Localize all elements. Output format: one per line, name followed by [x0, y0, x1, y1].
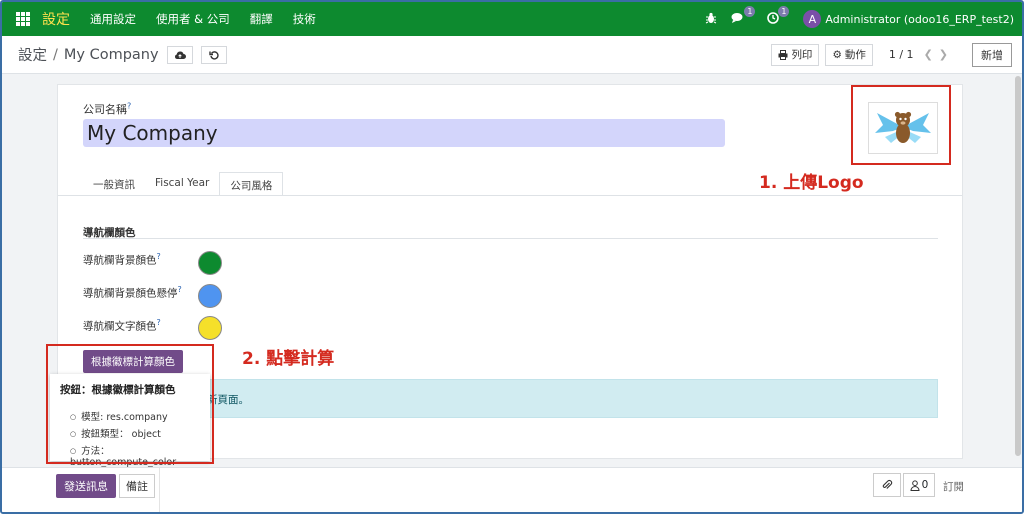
- messages-badge: 1: [744, 5, 756, 17]
- navbar-text-color-swatch[interactable]: [198, 316, 222, 340]
- user-menu[interactable]: A Administrator (odoo16_ERP_test2): [803, 10, 1014, 28]
- annotation-compute-highlight: [46, 344, 214, 464]
- chevron-left-icon[interactable]: ❮: [924, 48, 933, 61]
- help-icon[interactable]: ?: [127, 101, 131, 110]
- avatar: A: [803, 10, 822, 28]
- breadcrumb-current: My Company: [63, 46, 159, 63]
- tab-fiscal-year[interactable]: Fiscal Year: [145, 172, 219, 196]
- user-icon: [910, 479, 920, 491]
- action-button[interactable]: ⚙ 動作: [825, 43, 873, 66]
- control-panel: 設定 / My Company 列印 ⚙ 動作 1 / 1 ❮ ❯ 新增: [2, 36, 1022, 74]
- help-icon[interactable]: ?: [157, 252, 161, 261]
- navbar-bg-hover-color-label: 導航欄背景顏色懸停?: [83, 285, 182, 300]
- scrollbar-thumb[interactable]: [1015, 76, 1021, 456]
- breadcrumb-separator: /: [53, 46, 58, 63]
- bug-icon[interactable]: [705, 12, 717, 27]
- print-label: 列印: [791, 49, 813, 61]
- navbar-text-color-label: 導航欄文字顏色?: [83, 318, 161, 333]
- app-brand[interactable]: 設定: [42, 9, 70, 29]
- tab-company-style[interactable]: 公司風格: [219, 172, 284, 196]
- cloud-upload-icon: [174, 51, 186, 59]
- pager-value[interactable]: 1 / 1: [889, 48, 914, 61]
- chevron-right-icon[interactable]: ❯: [939, 48, 948, 61]
- activities-badge: 1: [778, 5, 790, 17]
- new-button[interactable]: 新增: [972, 42, 1012, 67]
- breadcrumb: 設定 / My Company: [18, 44, 227, 65]
- breadcrumb-settings-link[interactable]: 設定: [18, 44, 47, 65]
- navbar-bg-hover-color-swatch[interactable]: [198, 284, 222, 308]
- tabs-divider: [58, 195, 962, 196]
- log-note-button[interactable]: 備註: [119, 474, 155, 498]
- annotation-step2: 2. 點擊計算: [242, 349, 335, 369]
- gear-icon: ⚙: [832, 48, 842, 61]
- chatter: 發送訊息 備註 0 訂閱: [2, 467, 1022, 512]
- annotation-step1: 1. 上傳Logo: [759, 173, 864, 193]
- user-name: Administrator (odoo16_ERP_test2): [825, 12, 1014, 26]
- chatter-divider: [159, 468, 160, 512]
- print-button[interactable]: 列印: [771, 43, 820, 66]
- navbar-bg-color-swatch[interactable]: [198, 251, 222, 275]
- discard-button[interactable]: [200, 45, 227, 64]
- menu-general-settings[interactable]: 通用設定: [90, 11, 136, 27]
- menu-translations[interactable]: 翻譯: [250, 11, 273, 27]
- navbar-bg-color-label: 導航欄背景顏色?: [83, 252, 161, 267]
- send-message-button[interactable]: 發送訊息: [56, 474, 116, 498]
- app-window: 設定 通用設定 使用者 & 公司 翻譯 技術 1 1 A Administrat…: [0, 0, 1024, 514]
- vertical-scrollbar[interactable]: [1014, 74, 1022, 466]
- followers-count: 0: [921, 479, 929, 491]
- paperclip-icon: [882, 479, 893, 489]
- chat-icon[interactable]: 1: [731, 5, 756, 27]
- menu-users-companies[interactable]: 使用者 & 公司: [156, 11, 230, 27]
- followers-button[interactable]: 0: [903, 473, 935, 497]
- top-navbar: 設定 通用設定 使用者 & 公司 翻譯 技術 1 1 A Administrat…: [2, 2, 1022, 36]
- company-name-input[interactable]: My Company: [83, 119, 725, 147]
- attachment-button[interactable]: [873, 473, 901, 497]
- action-label: 動作: [844, 49, 866, 61]
- subscribe-link[interactable]: 訂閱: [943, 479, 964, 494]
- apps-grid-icon[interactable]: [16, 12, 30, 26]
- save-cloud-button[interactable]: [166, 45, 193, 64]
- undo-icon: [208, 50, 219, 60]
- section-divider: [83, 238, 938, 239]
- help-icon[interactable]: ?: [178, 285, 182, 294]
- clock-icon[interactable]: 1: [767, 5, 790, 27]
- tab-general-info[interactable]: 一般資訊: [83, 172, 145, 196]
- print-icon: [778, 49, 788, 60]
- menu-technical[interactable]: 技術: [293, 11, 316, 27]
- company-name-label: 公司名稱?: [83, 101, 132, 116]
- notebook-tabs: 一般資訊 Fiscal Year 公司風格: [83, 172, 284, 196]
- annotation-logo-highlight: [851, 85, 951, 165]
- help-icon[interactable]: ?: [157, 318, 161, 327]
